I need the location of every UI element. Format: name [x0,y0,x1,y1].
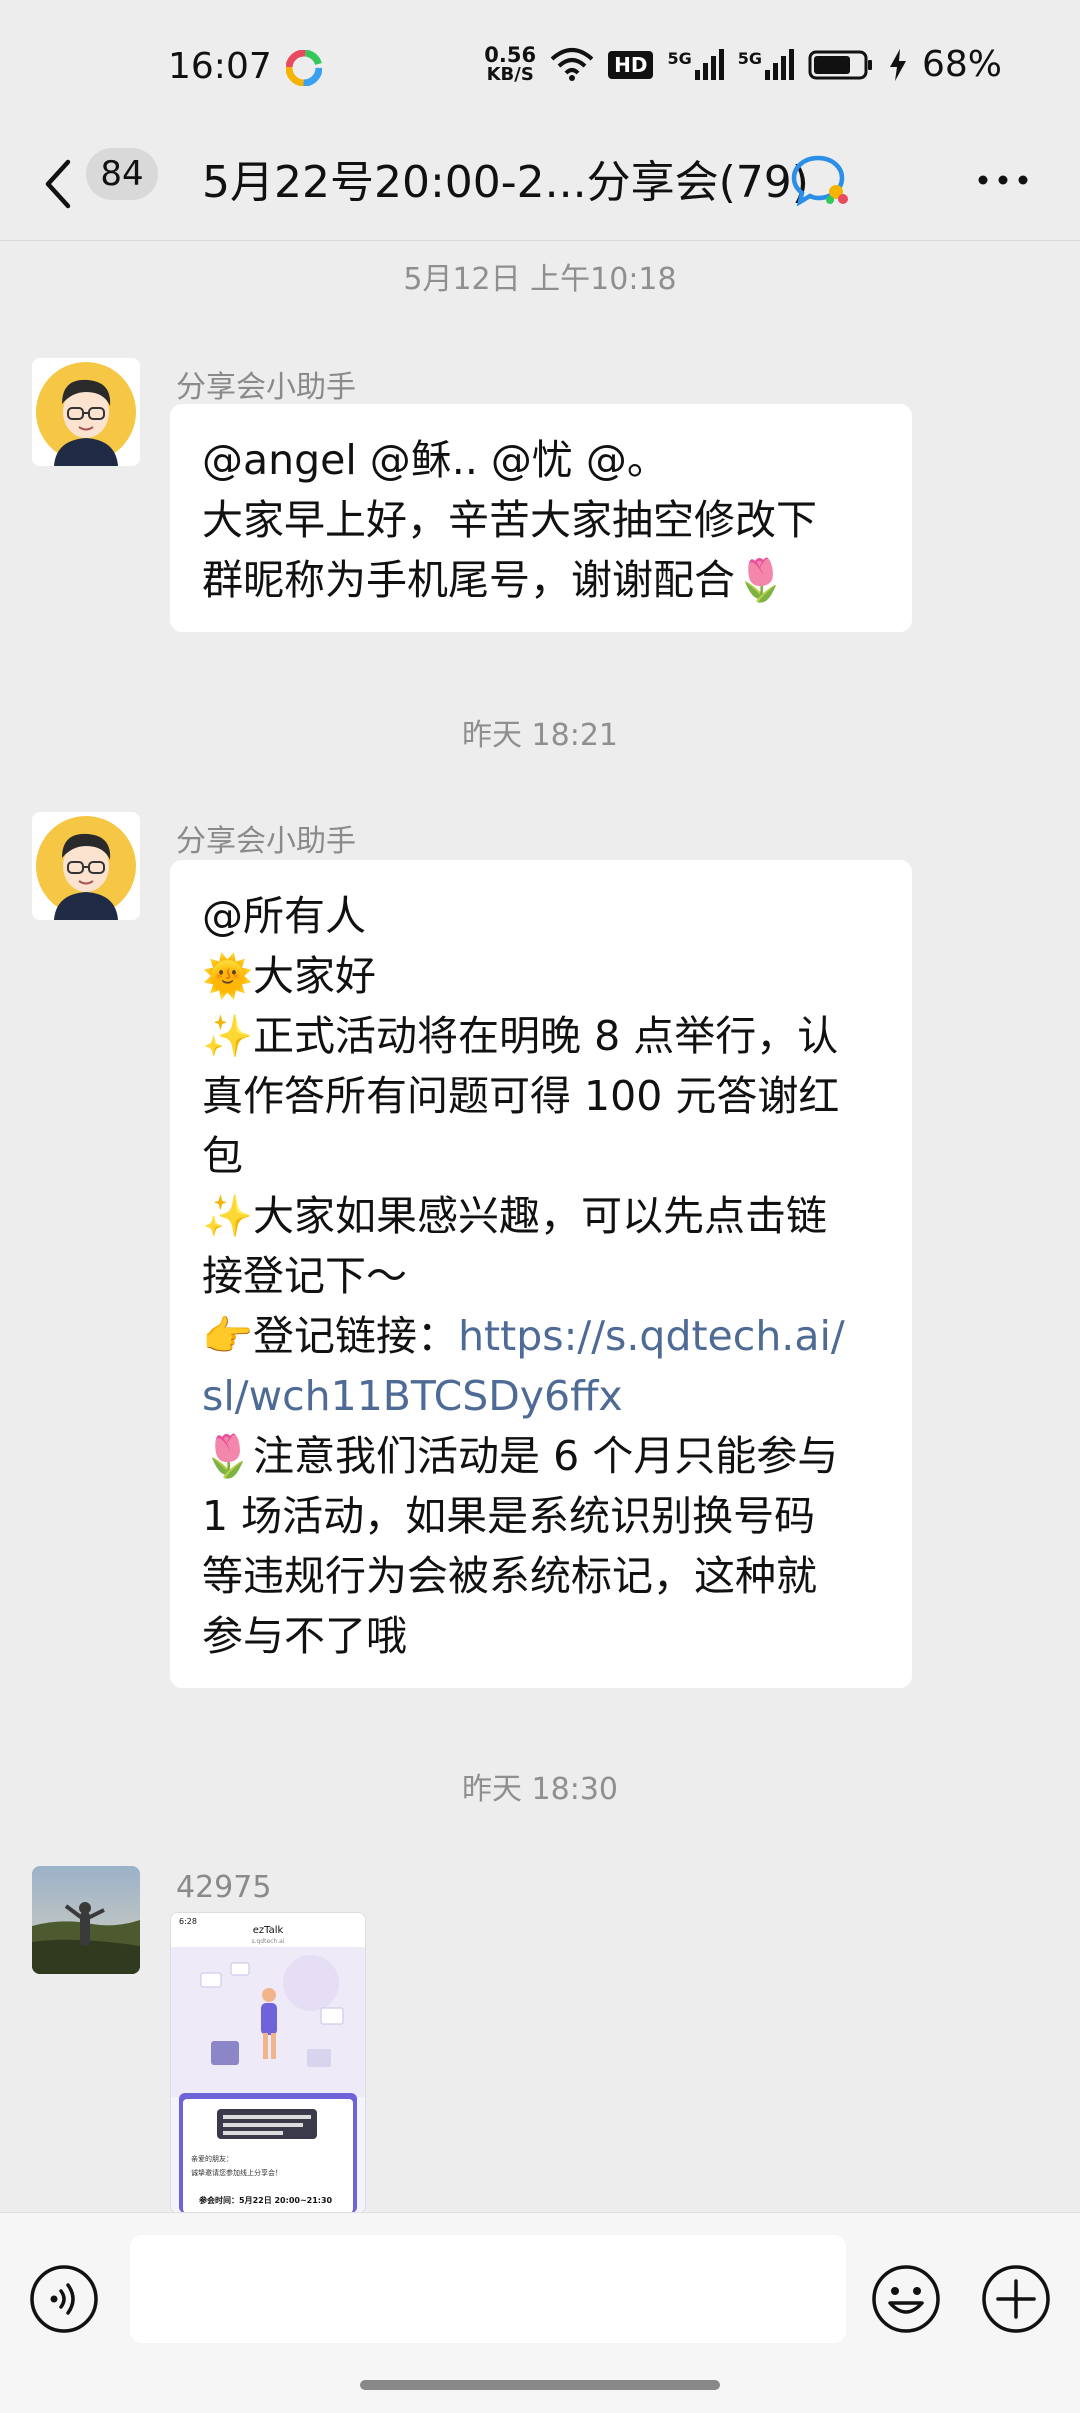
message-timestamp: 昨天 18:30 [462,1772,618,1807]
message-line: 🌷注意我们活动是 6 个月只能参与 [202,1432,839,1480]
message-line: 大家早上好，辛苦大家抽空修改下 [202,496,817,544]
message-bubble[interactable]: @所有人 🌞大家好 ✨正式活动将在明晚 8 点举行，认 真作答所有问题可得 10… [170,860,912,1688]
message-line: @所有人 [202,892,366,940]
avatar[interactable] [32,358,140,466]
avatar[interactable] [32,1866,140,1974]
signal-icon: 5G [738,49,794,80]
avatar-cartoon-icon [32,812,140,920]
link-line: 👉登记链接：https://s.qdtech.ai/ [202,1306,880,1366]
home-indicator[interactable] [360,2380,720,2390]
unread-count-badge[interactable]: 84 [86,148,158,200]
image-message[interactable]: 6:28 ezTalk s.qdtech.ai 亲爱的朋友： 诚挚邀请您参加线上… [170,1912,366,2214]
avatar[interactable] [32,812,140,920]
battery-percent: 68% [921,44,1002,85]
status-bar: 16:07 0.56 KB/S HD 5G 5G 68% [0,0,1080,140]
thumb-text-c: 参会时间：5月22日 20:00~21:30 [198,2195,333,2205]
group-chat-icon [791,155,848,206]
signal-icon: 5G [667,49,724,80]
message-input[interactable] [130,2235,846,2343]
thumb-time: 6:28 [179,1917,197,1926]
battery-icon [808,50,872,79]
avatar-photo-icon [32,1866,140,1974]
chat-header: 84 5月22号20:00-2...分享会(79) [0,132,1080,241]
charging-icon [889,48,906,81]
plus-icon[interactable] [980,2263,1052,2335]
status-time: 16:07 [168,46,272,87]
hd-icon: HD [608,50,654,79]
message-line: 接登记下～ [202,1252,407,1300]
emoji-icon[interactable] [870,2263,942,2335]
message-timestamp: 5月12日 上午10:18 [403,262,677,297]
screenshot-thumbnail: 6:28 ezTalk s.qdtech.ai 亲爱的朋友： 诚挚邀请您参加线上… [171,1913,365,2213]
net-speed: 0.56 KB/S [484,42,537,85]
thumb-app-name: ezTalk [253,1925,284,1936]
thumb-text-a: 亲爱的朋友： [191,2154,233,2163]
chat-title[interactable]: 5月22号20:00-2...分享会(79) [202,146,809,210]
sender-name: 分享会小助手 [176,370,356,405]
message-line: ✨大家如果感兴趣，可以先点击链 [202,1192,828,1240]
thumb-app-sub: s.qdtech.ai [251,1938,284,1945]
message-line: ✨正式活动将在明晚 8 点举行，认 [202,1012,839,1060]
message-line: 1 场活动，如果是系统识别换号码 [202,1492,816,1540]
link-prefix: 👉登记链接： [202,1312,459,1360]
wifi-icon [550,47,594,81]
back-icon[interactable] [42,156,74,212]
message-line: 等违规行为会被系统标记，这种就 [202,1552,817,1600]
sender-name: 分享会小助手 [176,824,356,859]
more-icon[interactable] [976,170,1030,190]
message-bubble[interactable]: @angel @稣.. @忧 @。 大家早上好，辛苦大家抽空修改下 群昵称为手机… [170,404,912,632]
sender-name: 42975 [176,1870,272,1905]
avatar-cartoon-icon [32,358,140,466]
message-line: 真作答所有问题可得 100 元答谢红 [202,1072,840,1120]
message-line: 包 [202,1132,243,1180]
net-speed-value: 0.56 [484,42,537,67]
voice-icon[interactable] [28,2263,100,2335]
registration-link[interactable]: https://s.qdtech.ai/ [458,1312,845,1360]
message-timestamp: 昨天 18:21 [462,718,618,753]
app-notification-icon [286,50,322,86]
message-line: 参与不了哦 [202,1612,407,1660]
message-line: @angel @稣.. @忧 @。 [202,436,668,484]
thumb-text-b: 诚挚邀请您参加线上分享会！ [191,2168,282,2177]
message-line: 群昵称为手机尾号，谢谢配合🌷 [202,556,787,604]
message-line: 🌞大家好 [202,952,377,1000]
net-speed-unit: KB/S [486,63,534,85]
registration-link[interactable]: sl/wch11BTCSDy6ffx [202,1366,880,1426]
